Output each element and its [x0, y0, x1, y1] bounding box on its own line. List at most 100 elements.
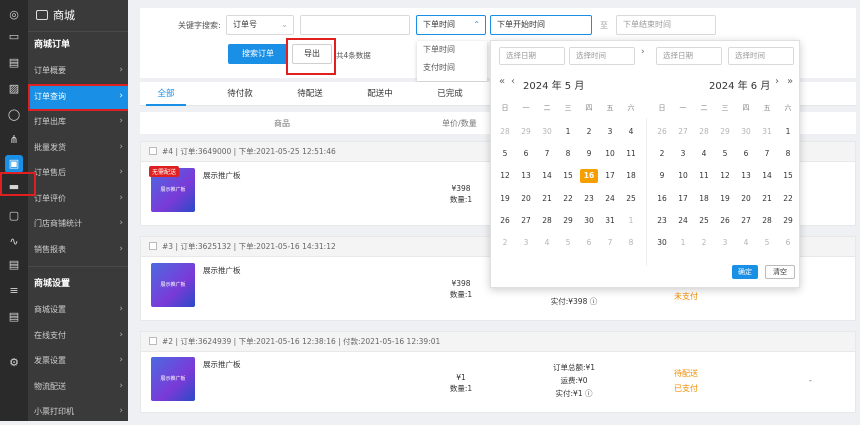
right-day-cell[interactable]: 14 [758, 169, 776, 183]
right-day-cell[interactable]: 4 [737, 236, 755, 250]
clear-button[interactable]: 清空 [765, 265, 795, 279]
menu-item[interactable]: 物流配送 › [28, 374, 128, 400]
list-icon[interactable]: ≡ [5, 282, 23, 300]
order-checkbox[interactable] [149, 147, 157, 155]
left-day-cell[interactable]: 13 [517, 169, 535, 183]
menu-item[interactable]: 订单查询 › [28, 83, 128, 109]
prev-month-icon[interactable]: ‹ [511, 76, 515, 87]
left-day-cell[interactable]: 3 [601, 125, 619, 139]
left-day-cell[interactable]: 17 [601, 169, 619, 183]
next-month-icon[interactable]: › [775, 76, 779, 87]
left-day-cell[interactable]: 3 [517, 236, 535, 250]
end-time-input[interactable]: 下单结束时间 [616, 15, 716, 35]
image-icon[interactable]: ▨ [5, 80, 23, 98]
left-day-cell[interactable]: 29 [559, 214, 577, 228]
right-day-cell[interactable]: 26 [653, 125, 671, 139]
id-card-icon[interactable]: ▤ [5, 308, 23, 326]
right-day-cell[interactable]: 11 [695, 169, 713, 183]
right-day-cell[interactable]: 8 [779, 147, 797, 161]
right-day-cell[interactable]: 23 [653, 214, 671, 228]
next-year-icon[interactable]: » [787, 76, 793, 87]
right-day-cell[interactable]: 26 [716, 214, 734, 228]
left-day-cell[interactable]: 7 [601, 236, 619, 250]
menu-item[interactable]: 订单概要 › [28, 58, 128, 84]
left-day-cell[interactable]: 29 [517, 125, 535, 139]
right-day-cell[interactable]: 1 [779, 125, 797, 139]
right-day-cell[interactable]: 7 [758, 147, 776, 161]
tab-all[interactable]: 全部 [146, 82, 186, 106]
left-day-cell[interactable]: 5 [559, 236, 577, 250]
tab-completed[interactable]: 已完成 [420, 82, 480, 106]
left-day-cell[interactable]: 9 [580, 147, 598, 161]
user-icon[interactable]: ◯ [5, 106, 23, 124]
right-day-cell[interactable]: 16 [653, 192, 671, 206]
left-day-cell[interactable]: 30 [580, 214, 598, 228]
start-date-input[interactable]: 选择日期 [499, 47, 565, 65]
option-pay-time[interactable]: 支付时间 [417, 59, 487, 77]
left-day-cell[interactable]: 1 [559, 125, 577, 139]
left-day-cell[interactable]: 18 [622, 169, 640, 183]
right-day-cell[interactable]: 10 [674, 169, 692, 183]
menu-item[interactable]: 门店商铺统计 › [28, 211, 128, 237]
keyword-type-select[interactable]: 订单号 ⌄ [226, 15, 294, 35]
left-day-cell[interactable]: 10 [601, 147, 619, 161]
left-day-cell[interactable]: 21 [538, 192, 556, 206]
left-day-cell[interactable]: 5 [496, 147, 514, 161]
start-time-input[interactable]: 选择时间 [569, 47, 635, 65]
right-day-cell[interactable]: 2 [695, 236, 713, 250]
clipboard-icon[interactable]: ▣ [5, 155, 23, 173]
bag-icon[interactable]: ▢ [5, 207, 23, 225]
right-day-cell[interactable]: 18 [695, 192, 713, 206]
card-icon[interactable]: ▬ [5, 178, 23, 196]
right-day-cell[interactable]: 3 [674, 147, 692, 161]
right-day-cell[interactable]: 6 [779, 236, 797, 250]
right-day-cell[interactable]: 1 [674, 236, 692, 250]
tab-pending-payment[interactable]: 待付款 [210, 82, 270, 106]
right-day-cell[interactable]: 30 [737, 125, 755, 139]
right-day-cell[interactable]: 13 [737, 169, 755, 183]
menu-item[interactable]: 订单售后 › [28, 160, 128, 186]
right-day-cell[interactable]: 27 [674, 125, 692, 139]
left-day-cell[interactable]: 31 [601, 214, 619, 228]
info-icon[interactable]: ⓘ [590, 297, 598, 306]
tab-pending-delivery[interactable]: 待配送 [280, 82, 340, 106]
gear-icon[interactable]: ⚙ [5, 354, 23, 372]
menu-item[interactable]: 在线支付 › [28, 323, 128, 349]
right-day-cell[interactable]: 28 [758, 214, 776, 228]
menu-item[interactable]: 销售报表 › [28, 237, 128, 263]
left-day-cell[interactable]: 4 [622, 125, 640, 139]
left-day-cell[interactable]: 28 [538, 214, 556, 228]
chart-icon[interactable]: ∿ [5, 233, 23, 251]
right-day-cell[interactable]: 6 [737, 147, 755, 161]
left-day-cell[interactable]: 11 [622, 147, 640, 161]
right-day-cell[interactable]: 25 [695, 214, 713, 228]
left-day-cell[interactable]: 23 [580, 192, 598, 206]
order-checkbox[interactable] [149, 242, 157, 250]
export-button[interactable]: 导出 [292, 44, 332, 64]
doc-icon[interactable]: ▤ [5, 54, 23, 72]
product-name[interactable]: 展示推广板 [203, 170, 241, 181]
end-date-input[interactable]: 选择日期 [656, 47, 722, 65]
left-day-cell[interactable]: 1 [622, 214, 640, 228]
right-day-cell[interactable]: 20 [737, 192, 755, 206]
tree-icon[interactable]: ⋔ [5, 131, 23, 149]
layout-icon[interactable]: ▭ [5, 28, 23, 46]
time-type-select[interactable]: 下单时间 ⌃ [416, 15, 486, 35]
left-day-cell[interactable]: 16 [580, 169, 598, 184]
right-day-cell[interactable]: 2 [653, 147, 671, 161]
right-day-cell[interactable]: 30 [653, 236, 671, 250]
left-day-cell[interactable]: 28 [496, 125, 514, 139]
left-day-cell[interactable]: 26 [496, 214, 514, 228]
right-day-cell[interactable]: 19 [716, 192, 734, 206]
right-day-cell[interactable]: 15 [779, 169, 797, 183]
left-day-cell[interactable]: 2 [580, 125, 598, 139]
left-day-cell[interactable]: 7 [538, 147, 556, 161]
left-day-cell[interactable]: 14 [538, 169, 556, 183]
product-name[interactable]: 展示推广板 [203, 359, 241, 370]
end-time-input[interactable]: 选择时间 [728, 47, 794, 65]
right-day-cell[interactable]: 28 [695, 125, 713, 139]
left-day-cell[interactable]: 8 [622, 236, 640, 250]
left-day-cell[interactable]: 30 [538, 125, 556, 139]
left-day-cell[interactable]: 6 [517, 147, 535, 161]
menu-item[interactable]: 订单评价 › [28, 186, 128, 212]
